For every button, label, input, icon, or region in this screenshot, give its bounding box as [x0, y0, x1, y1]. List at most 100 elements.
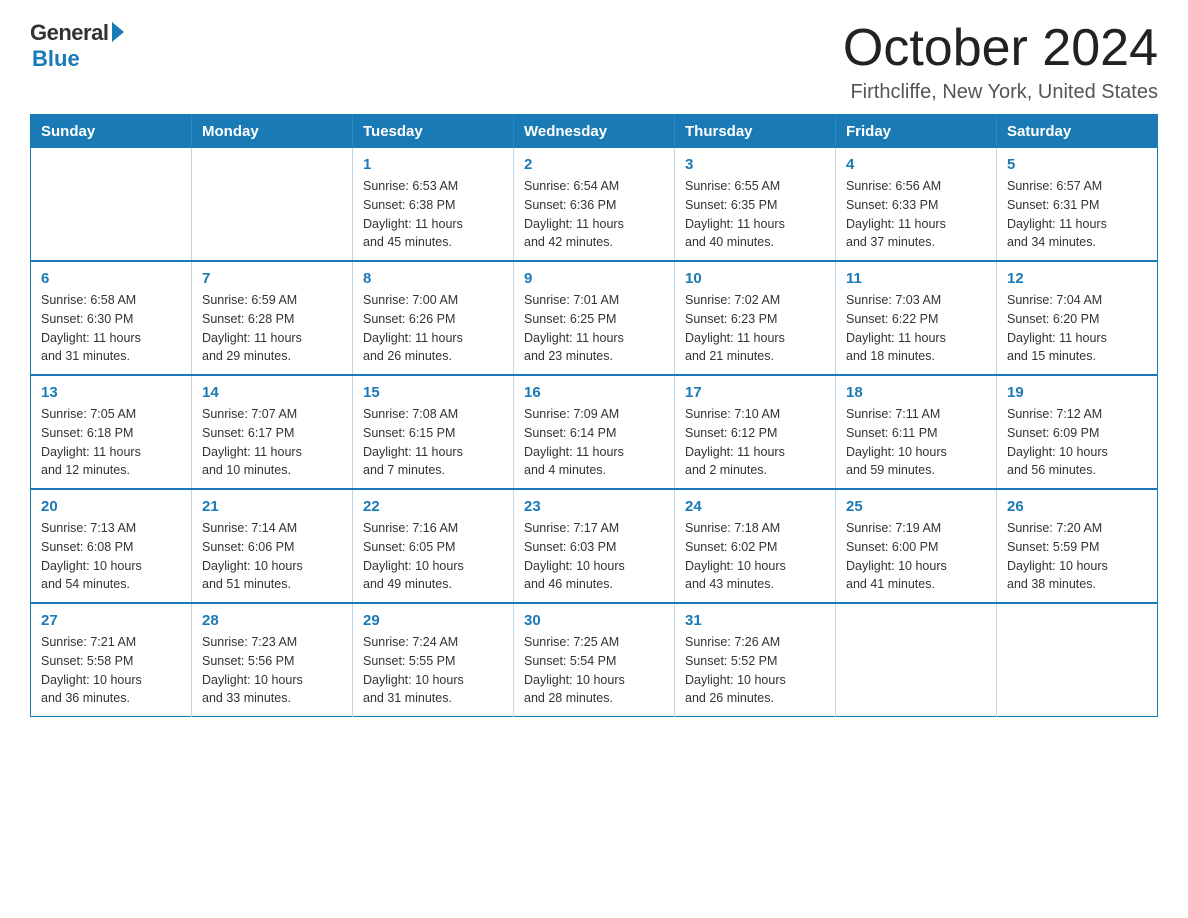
logo-blue-text: Blue — [32, 46, 80, 72]
day-info: Sunrise: 7:14 AMSunset: 6:06 PMDaylight:… — [202, 519, 342, 594]
day-number: 12 — [1007, 270, 1147, 287]
day-cell: 13 Sunrise: 7:05 AMSunset: 6:18 PMDayligh… — [31, 375, 192, 489]
day-info: Sunrise: 7:18 AMSunset: 6:02 PMDaylight:… — [685, 519, 825, 594]
day-number: 9 — [524, 270, 664, 287]
day-cell: 14 Sunrise: 7:07 AMSunset: 6:17 PMDayligh… — [192, 375, 353, 489]
day-info: Sunrise: 7:11 AMSunset: 6:11 PMDaylight:… — [846, 405, 986, 480]
calendar-body: 1Sunrise: 6:53 AMSunset: 6:38 PMDaylight… — [31, 148, 1158, 717]
week-row-1: 1Sunrise: 6:53 AMSunset: 6:38 PMDaylight… — [31, 148, 1158, 261]
day-cell: 6 Sunrise: 6:58 AMSunset: 6:30 PMDaylight… — [31, 261, 192, 375]
day-cell — [192, 148, 353, 261]
day-cell: 9 Sunrise: 7:01 AMSunset: 6:25 PMDaylight… — [514, 261, 675, 375]
day-cell — [836, 603, 997, 717]
day-number: 4 — [846, 156, 986, 173]
day-number: 22 — [363, 498, 503, 515]
day-info: Sunrise: 6:59 AMSunset: 6:28 PMDaylight:… — [202, 291, 342, 366]
day-info: Sunrise: 6:58 AMSunset: 6:30 PMDaylight:… — [41, 291, 181, 366]
day-info: Sunrise: 6:55 AMSunset: 6:35 PMDaylight:… — [685, 177, 825, 252]
day-cell: 31Sunrise: 7:26 AMSunset: 5:52 PMDayligh… — [675, 603, 836, 717]
month-title: October 2024 — [843, 20, 1158, 77]
day-cell — [31, 148, 192, 261]
day-number: 30 — [524, 612, 664, 629]
day-cell: 21 Sunrise: 7:14 AMSunset: 6:06 PMDayligh… — [192, 489, 353, 603]
calendar-header: SundayMondayTuesdayWednesdayThursdayFrid… — [31, 115, 1158, 149]
day-info: Sunrise: 7:09 AMSunset: 6:14 PMDaylight:… — [524, 405, 664, 480]
day-info: Sunrise: 7:24 AMSunset: 5:55 PMDaylight:… — [363, 633, 503, 708]
day-info: Sunrise: 7:03 AMSunset: 6:22 PMDaylight:… — [846, 291, 986, 366]
day-cell: 29 Sunrise: 7:24 AMSunset: 5:55 PMDayligh… — [353, 603, 514, 717]
day-info: Sunrise: 7:21 AMSunset: 5:58 PMDaylight:… — [41, 633, 181, 708]
logo-general-text: General — [30, 20, 108, 46]
day-info: Sunrise: 7:13 AMSunset: 6:08 PMDaylight:… — [41, 519, 181, 594]
day-cell: 12 Sunrise: 7:04 AMSunset: 6:20 PMDayligh… — [997, 261, 1158, 375]
day-number: 10 — [685, 270, 825, 287]
day-number: 25 — [846, 498, 986, 515]
day-info: Sunrise: 6:53 AMSunset: 6:38 PMDaylight:… — [363, 177, 503, 252]
day-info: Sunrise: 7:20 AMSunset: 5:59 PMDaylight:… — [1007, 519, 1147, 594]
day-cell: 25Sunrise: 7:19 AMSunset: 6:00 PMDayligh… — [836, 489, 997, 603]
day-number: 13 — [41, 384, 181, 401]
day-cell: 17Sunrise: 7:10 AMSunset: 6:12 PMDayligh… — [675, 375, 836, 489]
day-cell: 23 Sunrise: 7:17 AMSunset: 6:03 PMDayligh… — [514, 489, 675, 603]
header-cell-thursday: Thursday — [675, 115, 836, 149]
day-info: Sunrise: 7:25 AMSunset: 5:54 PMDaylight:… — [524, 633, 664, 708]
day-cell: 4 Sunrise: 6:56 AMSunset: 6:33 PMDaylight… — [836, 148, 997, 261]
day-info: Sunrise: 7:04 AMSunset: 6:20 PMDaylight:… — [1007, 291, 1147, 366]
location: Firthcliffe, New York, United States — [843, 81, 1158, 104]
day-info: Sunrise: 7:02 AMSunset: 6:23 PMDaylight:… — [685, 291, 825, 366]
day-cell: 1Sunrise: 6:53 AMSunset: 6:38 PMDaylight… — [353, 148, 514, 261]
day-number: 23 — [524, 498, 664, 515]
day-cell: 8Sunrise: 7:00 AMSunset: 6:26 PMDaylight… — [353, 261, 514, 375]
day-info: Sunrise: 7:10 AMSunset: 6:12 PMDaylight:… — [685, 405, 825, 480]
day-cell: 16Sunrise: 7:09 AMSunset: 6:14 PMDayligh… — [514, 375, 675, 489]
day-info: Sunrise: 7:23 AMSunset: 5:56 PMDaylight:… — [202, 633, 342, 708]
day-number: 29 — [363, 612, 503, 629]
day-info: Sunrise: 7:17 AMSunset: 6:03 PMDaylight:… — [524, 519, 664, 594]
logo: General Blue — [30, 20, 124, 72]
day-cell: 2 Sunrise: 6:54 AMSunset: 6:36 PMDaylight… — [514, 148, 675, 261]
day-number: 15 — [363, 384, 503, 401]
day-number: 3 — [685, 156, 825, 173]
day-number: 19 — [1007, 384, 1147, 401]
header-cell-monday: Monday — [192, 115, 353, 149]
day-number: 6 — [41, 270, 181, 287]
day-info: Sunrise: 7:00 AMSunset: 6:26 PMDaylight:… — [363, 291, 503, 366]
day-info: Sunrise: 7:12 AMSunset: 6:09 PMDaylight:… — [1007, 405, 1147, 480]
day-info: Sunrise: 6:56 AMSunset: 6:33 PMDaylight:… — [846, 177, 986, 252]
day-cell: 22Sunrise: 7:16 AMSunset: 6:05 PMDayligh… — [353, 489, 514, 603]
day-info: Sunrise: 7:05 AMSunset: 6:18 PMDaylight:… — [41, 405, 181, 480]
page-header: General Blue October 2024 Firthcliffe, N… — [30, 20, 1158, 104]
day-cell: 28Sunrise: 7:23 AMSunset: 5:56 PMDayligh… — [192, 603, 353, 717]
week-row-5: 27 Sunrise: 7:21 AMSunset: 5:58 PMDayligh… — [31, 603, 1158, 717]
header-cell-saturday: Saturday — [997, 115, 1158, 149]
day-info: Sunrise: 6:54 AMSunset: 6:36 PMDaylight:… — [524, 177, 664, 252]
day-cell: 30 Sunrise: 7:25 AMSunset: 5:54 PMDayligh… — [514, 603, 675, 717]
day-cell: 20 Sunrise: 7:13 AMSunset: 6:08 PMDayligh… — [31, 489, 192, 603]
day-cell: 27 Sunrise: 7:21 AMSunset: 5:58 PMDayligh… — [31, 603, 192, 717]
day-number: 14 — [202, 384, 342, 401]
logo-arrow-icon — [112, 22, 124, 42]
day-cell: 10 Sunrise: 7:02 AMSunset: 6:23 PMDayligh… — [675, 261, 836, 375]
day-cell: 15Sunrise: 7:08 AMSunset: 6:15 PMDayligh… — [353, 375, 514, 489]
day-info: Sunrise: 7:26 AMSunset: 5:52 PMDaylight:… — [685, 633, 825, 708]
day-cell: 18 Sunrise: 7:11 AMSunset: 6:11 PMDayligh… — [836, 375, 997, 489]
day-number: 27 — [41, 612, 181, 629]
day-number: 26 — [1007, 498, 1147, 515]
day-info: Sunrise: 7:01 AMSunset: 6:25 PMDaylight:… — [524, 291, 664, 366]
day-number: 21 — [202, 498, 342, 515]
header-cell-friday: Friday — [836, 115, 997, 149]
day-number: 20 — [41, 498, 181, 515]
day-info: Sunrise: 7:07 AMSunset: 6:17 PMDaylight:… — [202, 405, 342, 480]
day-cell: 3 Sunrise: 6:55 AMSunset: 6:35 PMDaylight… — [675, 148, 836, 261]
week-row-2: 6 Sunrise: 6:58 AMSunset: 6:30 PMDaylight… — [31, 261, 1158, 375]
day-cell — [997, 603, 1158, 717]
header-row: SundayMondayTuesdayWednesdayThursdayFrid… — [31, 115, 1158, 149]
header-cell-tuesday: Tuesday — [353, 115, 514, 149]
day-cell: 7Sunrise: 6:59 AMSunset: 6:28 PMDaylight… — [192, 261, 353, 375]
day-number: 2 — [524, 156, 664, 173]
calendar-table: SundayMondayTuesdayWednesdayThursdayFrid… — [30, 114, 1158, 717]
day-number: 24 — [685, 498, 825, 515]
day-number: 18 — [846, 384, 986, 401]
day-cell: 5Sunrise: 6:57 AMSunset: 6:31 PMDaylight… — [997, 148, 1158, 261]
day-number: 5 — [1007, 156, 1147, 173]
